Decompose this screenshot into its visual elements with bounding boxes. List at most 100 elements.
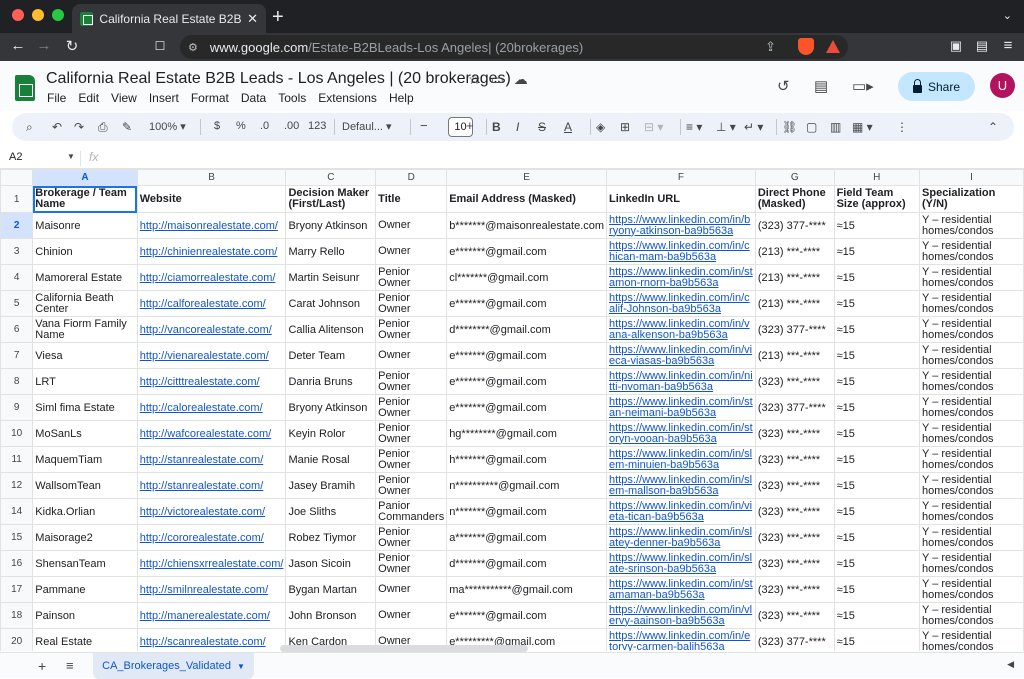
cell-decision-maker[interactable]: Robez Tiymor [285, 524, 377, 551]
cell-website[interactable]: http://citttrealestate.com/ [136, 368, 287, 395]
column-header-g[interactable]: G [754, 169, 835, 186]
cell-brokerage[interactable]: LRT [32, 368, 138, 395]
cell-title[interactable]: Owner [375, 576, 448, 603]
close-tab-icon[interactable]: ✕ [247, 11, 258, 27]
cell-linkedin[interactable]: https://www.linkedin.com/in/chican-mam-b… [606, 238, 756, 265]
cell-linkedin[interactable]: https://www.linkedin.com/in/slatey-denne… [606, 524, 756, 551]
cell-specialization[interactable]: Y – residential homes/condos [919, 212, 1024, 239]
collapse-toolbar-icon[interactable]: ⌃ [988, 120, 998, 134]
cell-team-size[interactable]: ≈15 [833, 628, 921, 651]
column-header-d[interactable]: D [375, 169, 448, 186]
cell-email[interactable]: cl*******@gmail.com [446, 264, 608, 291]
cell-linkedin[interactable]: https://www.linkedin.com/in/stan-neimani… [606, 394, 756, 421]
cell-decision-maker[interactable]: Callia Alitenson [285, 316, 377, 343]
site-info-icon[interactable]: ⚙ [188, 41, 198, 54]
number-format-button[interactable]: 123 [308, 120, 326, 132]
cell-specialization[interactable]: Y – residential homes/condos [919, 368, 1024, 395]
cell-linkedin[interactable]: https://www.linkedin.com/in/storyn-vooan… [606, 420, 756, 447]
italic-button[interactable]: I [516, 120, 519, 134]
cell-email[interactable]: a*******@gmail.com [446, 524, 608, 551]
cell-phone[interactable]: (323) ***-**** [754, 576, 835, 603]
cell-brokerage[interactable]: MoSanLs [32, 420, 138, 447]
cell-title[interactable]: Penior Owner [375, 420, 448, 447]
forward-icon[interactable]: → [34, 37, 54, 54]
cell-brokerage[interactable]: Real Estate [32, 628, 138, 651]
row-number[interactable]: 16 [0, 550, 34, 577]
cloud-status-icon[interactable]: ☁ [514, 71, 528, 87]
cell-website[interactable]: http://chiensxrrealestate.com/ [136, 550, 287, 577]
row-number[interactable]: 5 [0, 290, 34, 317]
cell-phone[interactable]: (323) 377-**** [754, 316, 835, 343]
cell-linkedin[interactable]: https://www.linkedin.com/in/nitti-nvoman… [606, 368, 756, 395]
cell-linkedin[interactable]: https://www.linkedin.com/in/stamaman-ba9… [606, 576, 756, 603]
text-wrap-icon[interactable]: ↵ ▾ [744, 120, 763, 134]
cell-decision-maker[interactable]: Bygan Martan [285, 576, 377, 603]
row-number[interactable]: 7 [0, 342, 34, 369]
cell-decision-maker[interactable]: John Bronson [285, 602, 377, 629]
strikethrough-button[interactable]: S [538, 120, 546, 134]
cell-decision-maker[interactable]: Bryony Atkinson [285, 212, 377, 239]
cell-specialization[interactable]: Y – residential homes/condos [919, 342, 1024, 369]
insert-chart-icon[interactable]: ▥ [830, 120, 841, 134]
row-number[interactable]: 2 [0, 212, 34, 239]
row-number[interactable]: 17 [0, 576, 34, 603]
cell-website[interactable]: http://manerealestate.com/ [136, 602, 287, 629]
reload-icon[interactable]: ↻ [62, 37, 82, 55]
cell-phone[interactable]: (323) ***-**** [754, 472, 835, 499]
cell-team-size[interactable]: ≈15 [833, 576, 921, 603]
cell-decision-maker[interactable]: Keyin Rolor [285, 420, 377, 447]
cell-decision-maker[interactable]: Deter Team [285, 342, 377, 369]
cell-phone[interactable]: (213) ***-**** [754, 290, 835, 317]
cell-brokerage[interactable]: Pammane [32, 576, 138, 603]
menu-insert[interactable]: Insert [149, 91, 179, 105]
cell-brokerage[interactable]: MaquemTiam [32, 446, 138, 473]
header-cell-phone[interactable]: Direct Phone (Masked) [754, 185, 835, 213]
more-icon[interactable]: ⋮ [896, 120, 908, 134]
bold-button[interactable]: B [492, 120, 501, 134]
cell-brokerage[interactable]: Painson [32, 602, 138, 629]
cell-phone[interactable]: (323) 377-**** [754, 628, 835, 651]
cell-website[interactable]: http://victorealestate.com/ [136, 498, 287, 525]
sheet-tab[interactable]: CA_Brokerages_Validated ▼ [93, 653, 254, 679]
cell-phone[interactable]: (323) ***-**** [754, 550, 835, 577]
select-all-corner[interactable] [0, 169, 34, 186]
all-sheets-icon[interactable]: ≡ [66, 658, 74, 673]
row-number[interactable]: 4 [0, 264, 34, 291]
cell-phone[interactable]: (323) ***-**** [754, 368, 835, 395]
cell-specialization[interactable]: Y – residential homes/condos [919, 550, 1024, 577]
cell-specialization[interactable]: Y – residential homes/condos [919, 524, 1024, 551]
cell-linkedin[interactable]: https://www.linkedin.com/in/vieta-tican-… [606, 498, 756, 525]
cell-website[interactable]: http://wafcorealestate.com/ [136, 420, 287, 447]
cell-email[interactable]: e*******@gmail.com [446, 290, 608, 317]
cell-linkedin[interactable]: https://www.linkedin.com/in/calif-Johnso… [606, 290, 756, 317]
cell-title[interactable]: Owner [375, 602, 448, 629]
cell-linkedin[interactable]: https://www.linkedin.com/in/vana-alkenso… [606, 316, 756, 343]
cell-phone[interactable]: (213) ***-**** [754, 342, 835, 369]
address-bar[interactable]: ⚙ www.google.com/Estate-B2BLeads-Los Ang… [180, 35, 848, 59]
cell-brokerage[interactable]: ShensanTeam [32, 550, 138, 577]
cell-specialization[interactable]: Y – residential homes/condos [919, 394, 1024, 421]
row-number[interactable]: 11 [0, 446, 34, 473]
sidebar-icon[interactable]: ▣ [946, 38, 966, 54]
increase-font-size-button[interactable]: + [466, 118, 474, 133]
row-number[interactable]: 6 [0, 316, 34, 343]
sheet-tab-dropdown-icon[interactable]: ▼ [237, 662, 245, 671]
column-header-a[interactable]: A [32, 169, 138, 186]
wallet-icon[interactable]: ▤ [972, 38, 992, 54]
column-header-f[interactable]: F [606, 169, 756, 186]
share-page-icon[interactable]: ⇪ [765, 39, 776, 55]
text-color-button[interactable]: A [564, 120, 572, 134]
cell-email[interactable]: e*******@gmail.com [446, 342, 608, 369]
filter-views-icon[interactable]: ▦ ▾ [852, 120, 873, 134]
cell-decision-maker[interactable]: Marry Rello [285, 238, 377, 265]
header-cell-specialization[interactable]: Specialization (Y/N) [919, 185, 1024, 213]
cell-email[interactable]: n*******@gmail.com [446, 498, 608, 525]
cell-website[interactable]: http://chinienrealestate.com/ [136, 238, 287, 265]
cell-website[interactable]: http://calforealestate.com/ [136, 290, 287, 317]
minimize-window-button[interactable] [32, 9, 44, 21]
cell-title[interactable]: Penior Owner [375, 316, 448, 343]
history-icon[interactable]: ↺ [777, 77, 790, 95]
column-header-e[interactable]: E [446, 169, 608, 186]
zoom-select[interactable]: 100% ▾ [149, 120, 186, 133]
cell-email[interactable]: n**********@gmail.com [446, 472, 608, 499]
